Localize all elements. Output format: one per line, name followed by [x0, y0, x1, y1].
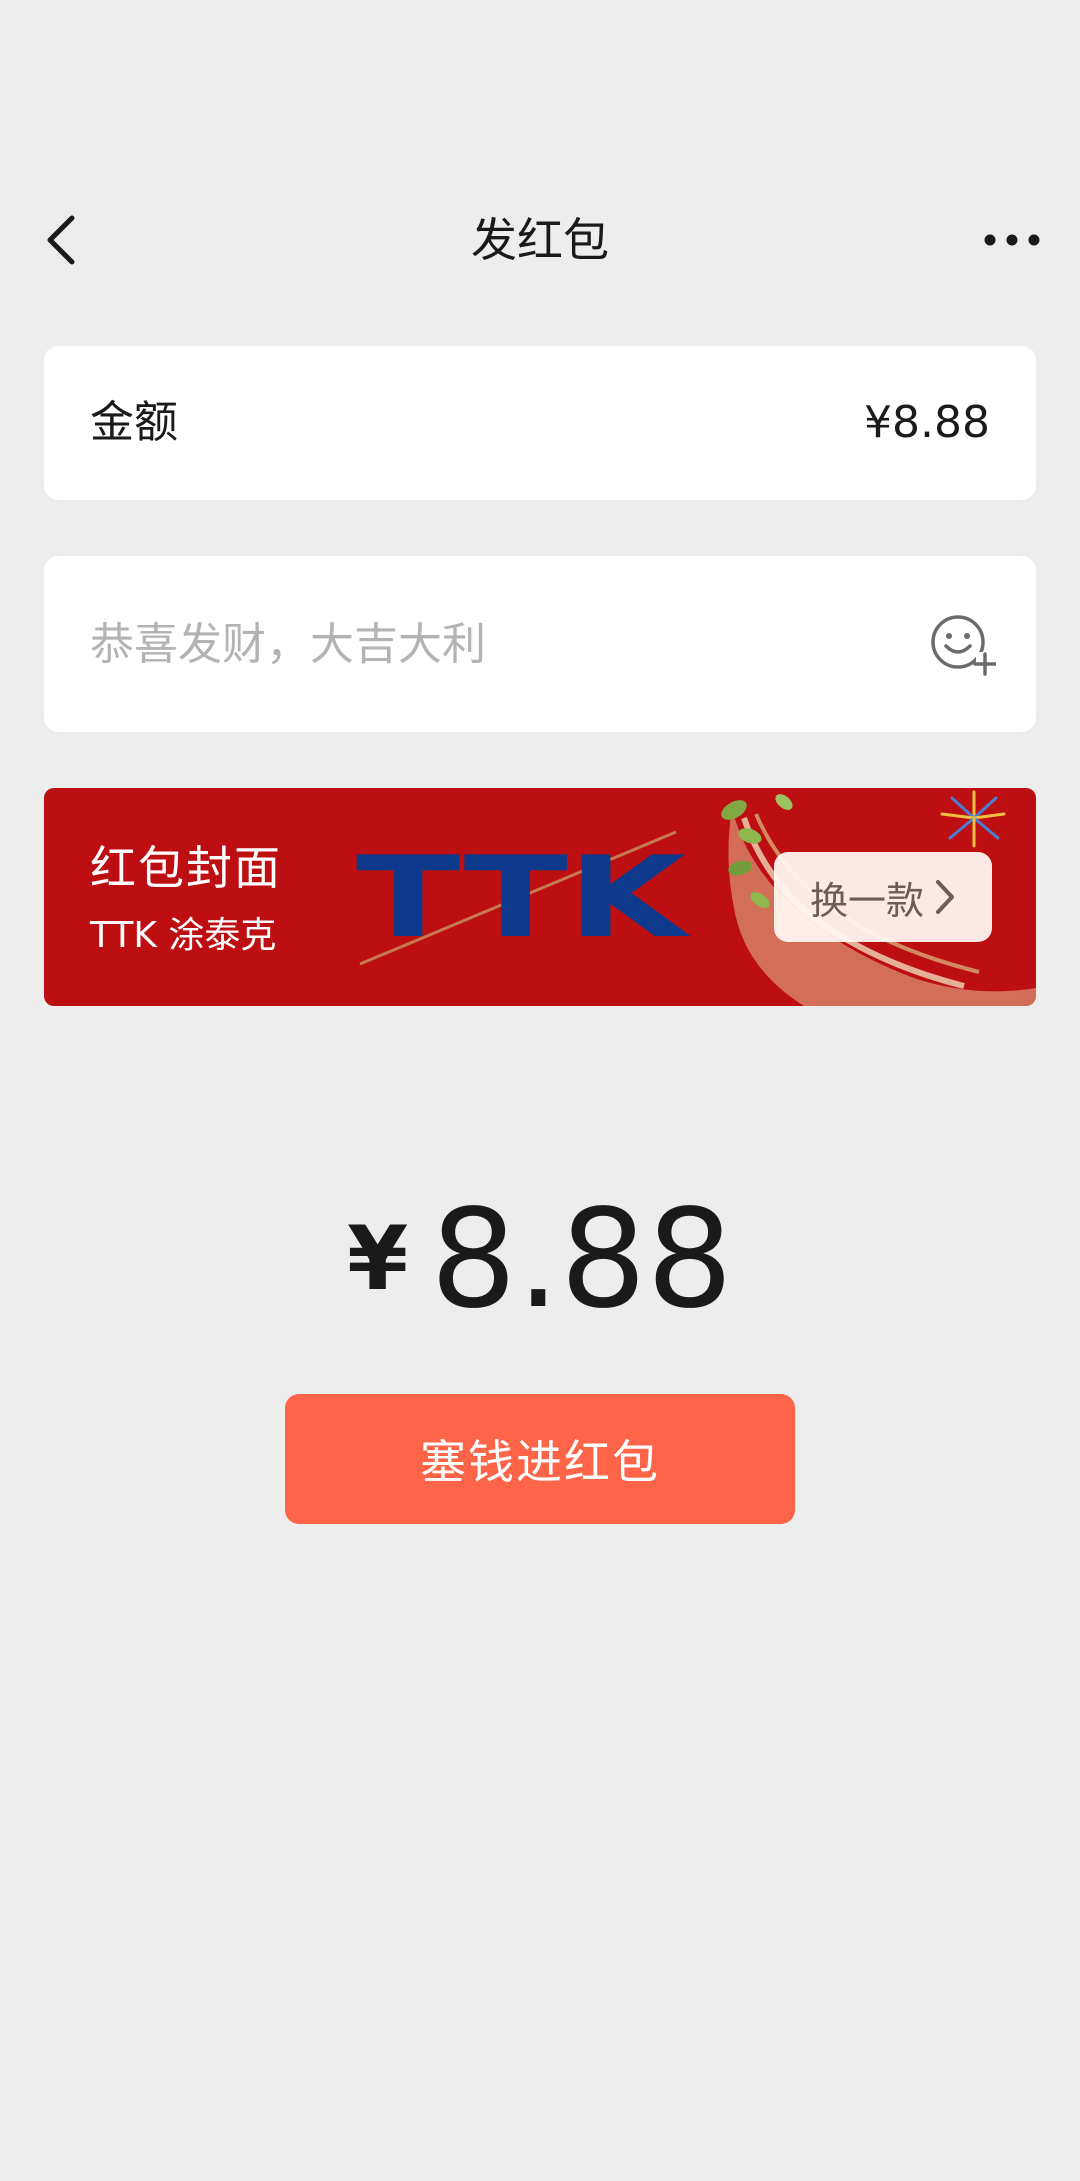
greeting-input[interactable] [90, 556, 890, 732]
red-packet-cover[interactable]: TTK 红包封面 TTK 涂泰克 换一款 [44, 788, 1036, 1006]
greeting-row [44, 556, 1036, 732]
page-title: 发红包 [471, 213, 609, 267]
total-amount: ¥ 8.88 [0, 1185, 1080, 1345]
cover-title: 红包封面 [90, 841, 282, 895]
switch-cover-label: 换一款 [809, 878, 924, 923]
cover-subtitle: TTK 涂泰克 [90, 915, 277, 956]
amount-value: ¥8.88 [864, 397, 990, 448]
cover-logo: TTK [356, 833, 692, 963]
amount-label: 金额 [90, 397, 178, 448]
emoji-button[interactable] [930, 612, 997, 678]
emoji-add-icon [931, 615, 997, 676]
switch-cover-button[interactable]: 换一款 [774, 852, 992, 942]
submit-button[interactable]: 塞钱进红包 [285, 1394, 795, 1524]
more-button[interactable] [968, 210, 1056, 270]
nav-bar: 发红包 [0, 180, 1080, 300]
chevron-right-icon [936, 880, 954, 914]
total-value: 8.88 [430, 1181, 734, 1339]
total-currency: ¥ [346, 1207, 409, 1310]
more-horizontal-icon [984, 234, 1040, 246]
amount-row[interactable]: 金额 ¥8.88 [44, 346, 1036, 500]
